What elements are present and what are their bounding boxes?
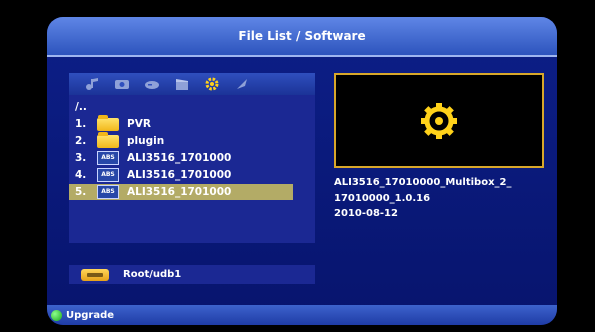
item-name: ALI3516_1701000 [127, 152, 232, 164]
item-name: ALI3516_1701000 [127, 169, 232, 181]
upgrade-label[interactable]: Upgrade [66, 310, 114, 321]
category-icon-bar [69, 73, 315, 95]
list-item[interactable]: 3. ABS ALI3516_1701000 [69, 150, 315, 166]
photo-icon[interactable] [113, 76, 131, 92]
item-number: 1. [75, 118, 87, 130]
list-item-selected[interactable]: 5. ABS ALI3516_1701000 [69, 184, 293, 200]
list-item[interactable]: 1. PVR [69, 114, 315, 132]
file-info-version: 17010000_1.0.16 [334, 192, 431, 204]
path-label: Root/udb1 [123, 269, 182, 280]
file-list: /.. 1. PVR 2. plugin 3. ABS ALI3516_1701… [69, 99, 315, 201]
recycle-icon[interactable] [233, 76, 251, 92]
music-icon[interactable] [83, 76, 101, 92]
usb-icon [81, 268, 109, 281]
parent-dir-label: /.. [75, 101, 87, 113]
item-number: 5. [75, 186, 87, 198]
folder-icon [97, 131, 119, 148]
preview-box [334, 73, 544, 168]
file-info: ALI3516_17010000_Multibox_2_ 17010000_1.… [334, 175, 511, 222]
abs-file-icon: ABS [97, 185, 119, 199]
item-name: PVR [127, 118, 151, 130]
item-number: 2. [75, 135, 87, 147]
folder-icon [97, 114, 119, 131]
file-info-date: 2010-08-12 [334, 208, 398, 219]
abs-file-icon: ABS [97, 168, 119, 182]
item-name: ALI3516_1701000 [127, 186, 232, 198]
software-icon[interactable] [203, 76, 221, 92]
window-title: File List / Software [238, 29, 366, 43]
movie-icon[interactable] [173, 76, 191, 92]
title-bar: File List / Software [47, 17, 557, 57]
gear-icon [421, 102, 457, 139]
item-name: plugin [127, 135, 165, 147]
footer-bar: Upgrade [47, 305, 557, 325]
item-number: 4. [75, 169, 87, 181]
file-browser-panel: /.. 1. PVR 2. plugin 3. ABS ALI3516_1701… [69, 73, 315, 243]
abs-file-icon: ABS [97, 151, 119, 165]
game-icon[interactable] [143, 76, 161, 92]
list-item[interactable]: 2. plugin [69, 131, 315, 149]
green-button-icon[interactable] [51, 309, 62, 321]
list-item-parent[interactable]: /.. [69, 99, 315, 115]
item-number: 3. [75, 152, 87, 164]
file-info-name: ALI3516_17010000_Multibox_2_ [334, 177, 512, 188]
path-bar: Root/udb1 [69, 265, 315, 284]
file-list-window: File List / Software /.. 1. PVR 2. plugi… [47, 17, 557, 325]
list-item[interactable]: 4. ABS ALI3516_1701000 [69, 167, 315, 183]
